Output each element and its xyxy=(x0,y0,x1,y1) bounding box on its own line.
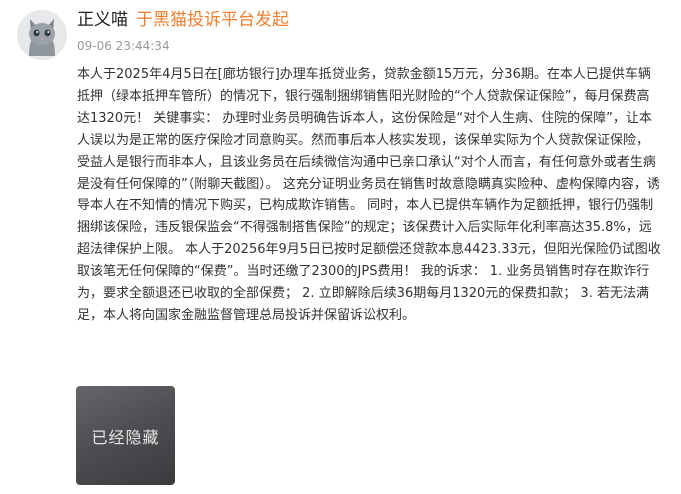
avatar[interactable] xyxy=(17,10,67,60)
hidden-image-thumbnail[interactable]: 已经隐藏 xyxy=(76,386,175,485)
post-timestamp: 09-06 23:44:34 xyxy=(77,39,170,53)
hidden-image-label: 已经隐藏 xyxy=(91,427,160,447)
complaint-text: 本人于2025年4月5日在[廊坊银行]办理车抵贷业务，贷款金额15万元，分36期… xyxy=(77,67,661,323)
post-header: 正义喵 于黑猫投诉平台发起 xyxy=(77,8,289,32)
username[interactable]: 正义喵 xyxy=(77,10,128,30)
cat-avatar-icon xyxy=(17,10,67,60)
source-label: 于黑猫投诉平台发起 xyxy=(136,10,289,30)
